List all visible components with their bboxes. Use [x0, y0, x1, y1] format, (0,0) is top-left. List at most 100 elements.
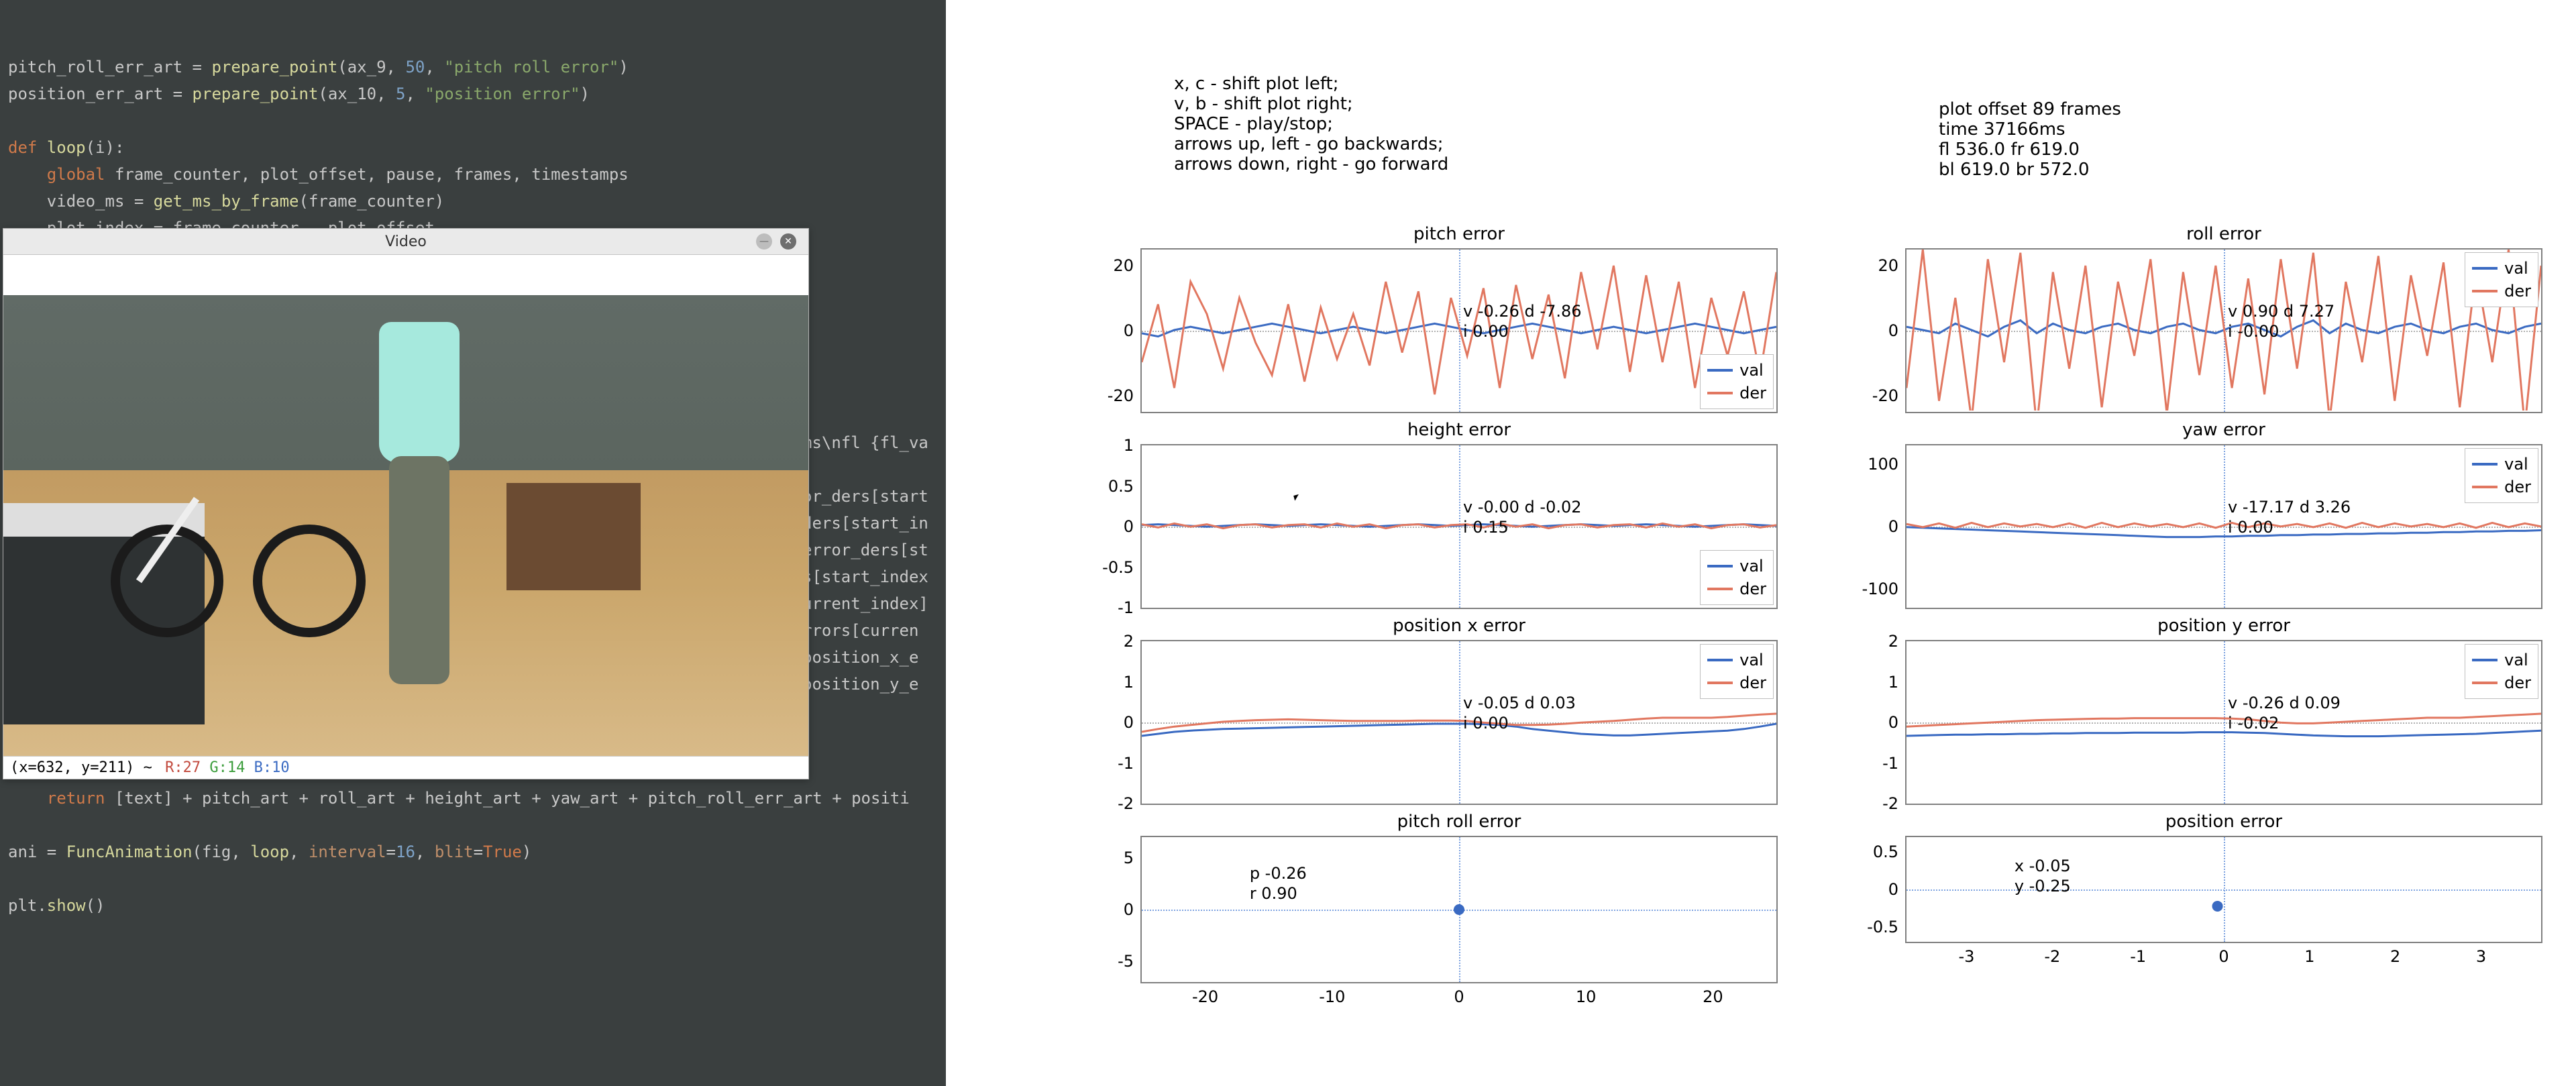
ytick: 0 — [1888, 880, 1898, 899]
axis-title: roll error — [1907, 224, 2541, 244]
ytick: -20 — [1872, 386, 1898, 405]
chart-anno: v -17.17 d 3.26 i 0.00 — [2228, 497, 2351, 537]
legend: valder — [2465, 644, 2538, 699]
status-text: plot offset 89 frames time 37166ms fl 53… — [1939, 99, 2121, 180]
axis-posn_err: position error 0.50-0.5-3-2-10123x -0.05… — [1905, 836, 2542, 943]
axis-yaw: yaw error 1000-100v -17.17 d 3.26 i 0.00… — [1905, 444, 2542, 609]
xtick: 10 — [1576, 987, 1597, 1006]
ytick: 1 — [1124, 673, 1134, 692]
axis-pos_y: position y error 210-1-2v -0.26 d 0.09 i… — [1905, 640, 2542, 805]
code-line — [802, 456, 928, 483]
ytick: 0 — [1124, 713, 1134, 732]
chart-anno: v -0.26 d 0.09 i -0.02 — [2228, 693, 2341, 733]
ytick: 20 — [1878, 256, 1898, 275]
ytick: 0.5 — [1108, 477, 1134, 496]
legend: valder — [2465, 448, 2538, 503]
code-line: s[start_index — [802, 563, 928, 590]
axis-pos_x: position x error 210-1-2v -0.05 d 0.03 i… — [1140, 640, 1778, 805]
code-line: position_y_e — [802, 671, 928, 698]
chart-anno: v 0.90 d 7.27 i -0.00 — [2228, 301, 2334, 341]
ytick: 2 — [1124, 632, 1134, 651]
code-line: urrent_index] — [802, 590, 928, 617]
axis-title: position x error — [1142, 616, 1776, 636]
axis-title: position y error — [1907, 616, 2541, 636]
ytick: -1 — [1118, 754, 1134, 773]
ytick: -5 — [1118, 952, 1134, 971]
legend: valder — [1700, 550, 1774, 605]
code-line: return [text] + pitch_art + roll_art + h… — [8, 785, 910, 812]
xtick: 1 — [2304, 947, 2314, 966]
code-line: ani = FuncAnimation(fig, loop, interval=… — [8, 838, 910, 865]
matplotlib-figure: x, c - shift plot left; v, b - shift plo… — [946, 0, 2576, 1086]
ytick: -20 — [1108, 386, 1134, 405]
video-pixel-g: G:14 — [209, 759, 254, 776]
video-status-bar: (x=632, y=211) ~ R:27 G:14 B:10 — [3, 756, 808, 779]
code-line: rrors[curren — [802, 617, 928, 644]
video-frame — [3, 255, 808, 756]
code-line: plt.show() — [8, 892, 910, 919]
ytick: 1 — [1124, 436, 1134, 455]
code-line: def loop(i): — [8, 134, 938, 161]
xtick: -2 — [2044, 947, 2060, 966]
code-line — [8, 865, 910, 892]
ytick: 0 — [1124, 900, 1134, 919]
chart-anno: v -0.00 d -0.02 i 0.15 — [1463, 497, 1582, 537]
code-line — [8, 107, 938, 134]
code-line: global frame_counter, plot_offset, pause… — [8, 161, 938, 188]
ytick: -0.5 — [1102, 558, 1134, 577]
code-line: ms\nfl {fl_va — [802, 429, 928, 456]
ytick: 0 — [1124, 517, 1134, 536]
xtick: 0 — [2218, 947, 2229, 966]
video-pixel-r: R:27 — [165, 759, 209, 776]
ytick: -100 — [1862, 580, 1898, 598]
xtick: -1 — [2130, 947, 2146, 966]
xtick: 0 — [1454, 987, 1464, 1006]
axis-title: pitch roll error — [1142, 812, 1776, 832]
code-line: video_ms = get_ms_by_frame(frame_counter… — [8, 188, 938, 215]
axis-pr_err: pitch roll error 50-5-20-1001020p -0.26 … — [1140, 836, 1778, 983]
code-line: or_ders[start — [802, 483, 928, 510]
axis-height: height error 10.50-0.5-1v -0.00 d -0.02 … — [1140, 444, 1778, 609]
video-titlebar[interactable]: Video — ✕ — [3, 229, 808, 255]
ytick: 0 — [1888, 713, 1898, 732]
legend: valder — [1700, 354, 1774, 409]
code-line: ders[start_in — [802, 510, 928, 537]
ytick: 0 — [1124, 321, 1134, 340]
ytick: 5 — [1124, 849, 1134, 867]
xtick: -10 — [1319, 987, 1345, 1006]
legend: valder — [1700, 644, 1774, 699]
video-window[interactable]: Video — ✕ (x=632, y=211) ~ R:27 G:14 B:1… — [3, 228, 809, 779]
xtick: 3 — [2476, 947, 2486, 966]
chart-anno: v -0.26 d -7.86 i 0.00 — [1463, 301, 1582, 341]
ytick: -1 — [1882, 754, 1898, 773]
xtick: 2 — [2390, 947, 2400, 966]
code-line: error_ders[st — [802, 537, 928, 563]
ytick: 2 — [1888, 632, 1898, 651]
xtick: -3 — [1959, 947, 1975, 966]
ytick: -2 — [1882, 794, 1898, 813]
axis-title: yaw error — [1907, 420, 2541, 440]
chart-anno: p -0.26 r 0.90 — [1250, 863, 1307, 904]
ytick: -0.5 — [1867, 918, 1898, 936]
ytick: -2 — [1118, 794, 1134, 813]
close-icon[interactable]: ✕ — [780, 233, 796, 250]
axis-title: position error — [1907, 812, 2541, 832]
code-line: pitch_roll_err_art = prepare_point(ax_9,… — [8, 54, 938, 80]
video-pixel-b: B:10 — [254, 759, 290, 776]
axis-title: height error — [1142, 420, 1776, 440]
code-line: position_x_e — [802, 644, 928, 671]
ytick: 0 — [1888, 321, 1898, 340]
ytick: 1 — [1888, 673, 1898, 692]
axis-roll: roll error 200-20v 0.90 d 7.27 i -0.00va… — [1905, 248, 2542, 413]
ytick: 100 — [1868, 455, 1898, 474]
ytick: 0.5 — [1873, 843, 1898, 861]
video-pixel-coord: (x=632, y=211) ~ — [10, 759, 161, 776]
xtick: 20 — [1703, 987, 1723, 1006]
ytick: -1 — [1118, 598, 1134, 617]
code-line — [8, 812, 910, 838]
minimize-icon[interactable]: — — [756, 233, 772, 250]
axis-title: pitch error — [1142, 224, 1776, 244]
video-title: Video — [385, 233, 427, 250]
xtick: -20 — [1192, 987, 1218, 1006]
axis-pitch: pitch error 200-20v -0.26 d -7.86 i 0.00… — [1140, 248, 1778, 413]
